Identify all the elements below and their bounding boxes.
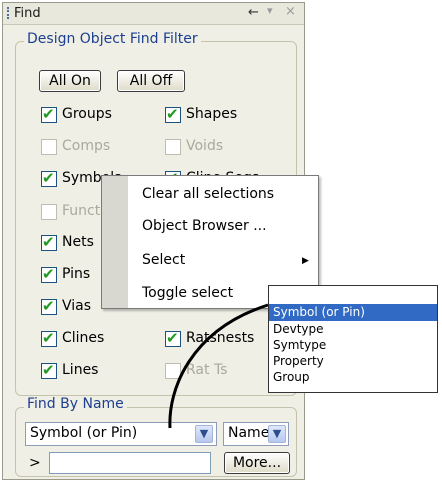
functions-checkbox[interactable] [41,204,57,220]
groups-label: Groups [62,106,112,122]
vias-label: Vias [62,298,92,314]
menu-item-clear-all-selections[interactable]: Clear all selections [142,186,274,202]
vias-checkbox[interactable]: ✔ [41,297,57,315]
comps-label: Comps [62,138,111,154]
voids-checkbox[interactable] [165,139,181,155]
menu-item-select[interactable]: Select [142,252,185,268]
ratsnests-label: Ratsnests [186,330,255,346]
check-icon: ✔ [42,233,55,251]
chevron-down-icon[interactable]: ▼ [268,425,286,443]
chevron-down-icon[interactable]: ▼ [195,425,213,443]
close-icon[interactable]: × [285,4,296,19]
check-icon: ✔ [42,169,55,187]
check-icon: ✔ [166,105,179,123]
menu-item-object-browser[interactable]: Object Browser ... [142,218,267,234]
voids-label: Voids [186,138,224,154]
list-item-symtype[interactable]: Symtype [269,337,437,354]
nets-label: Nets [62,234,94,250]
check-icon: ✔ [166,329,179,347]
comps-checkbox[interactable] [41,139,57,155]
ratsnests-checkbox[interactable]: ✔ [165,329,181,347]
check-icon: ✔ [42,265,55,283]
check-icon: ✔ [42,297,55,315]
title-bar[interactable]: Find ← ▾ × [3,3,304,25]
list-item-group[interactable]: Group [269,369,437,386]
lines-label: Lines [62,362,99,378]
shapes-checkbox[interactable]: ✔ [165,105,181,123]
object-type-select[interactable]: Symbol (or Pin) ▼ [25,422,217,446]
clines-label: Clines [62,330,105,346]
name-prompt: > [29,455,41,471]
symbols-checkbox[interactable]: ✔ [41,169,57,187]
object-type-value: Symbol (or Pin) [30,425,138,441]
check-icon: ✔ [42,361,55,379]
lines-checkbox[interactable]: ✔ [41,361,57,379]
rat-ts-checkbox[interactable] [165,363,181,379]
nets-checkbox[interactable]: ✔ [41,233,57,251]
menu-item-toggle-select[interactable]: Toggle select [142,285,233,301]
list-item-devtype[interactable]: Devtype [269,321,437,338]
pins-checkbox[interactable]: ✔ [41,265,57,283]
match-mode-select[interactable]: Name ▼ [223,422,289,446]
context-menu-icon-strip [102,176,128,308]
object-type-list[interactable]: Symbol (or Pin) Devtype Symtype Property… [268,285,438,393]
list-item-property[interactable]: Property [269,353,437,370]
find-filter-title: Design Object Find Filter [24,31,201,47]
pin-icon[interactable]: ← [248,5,259,20]
all-on-button[interactable]: All On [39,70,101,92]
chevron-down-icon[interactable]: ▾ [267,4,273,17]
check-icon: ✔ [42,329,55,347]
grip-icon[interactable] [7,7,10,19]
match-mode-value: Name [228,425,270,441]
window-title: Find [14,6,41,21]
more-button[interactable]: More... [224,452,290,474]
list-item-symbol-or-pin[interactable]: Symbol (or Pin) [269,304,437,321]
clines-checkbox[interactable]: ✔ [41,329,57,347]
submenu-arrow-icon: ▶ [302,256,309,266]
name-input[interactable] [49,452,211,474]
find-by-name-title: Find By Name [24,396,127,412]
check-icon: ✔ [42,105,55,123]
groups-checkbox[interactable]: ✔ [41,105,57,123]
shapes-label: Shapes [186,106,238,122]
pins-label: Pins [62,266,91,282]
rat-ts-label: Rat Ts [186,362,228,378]
all-off-button[interactable]: All Off [117,70,185,92]
